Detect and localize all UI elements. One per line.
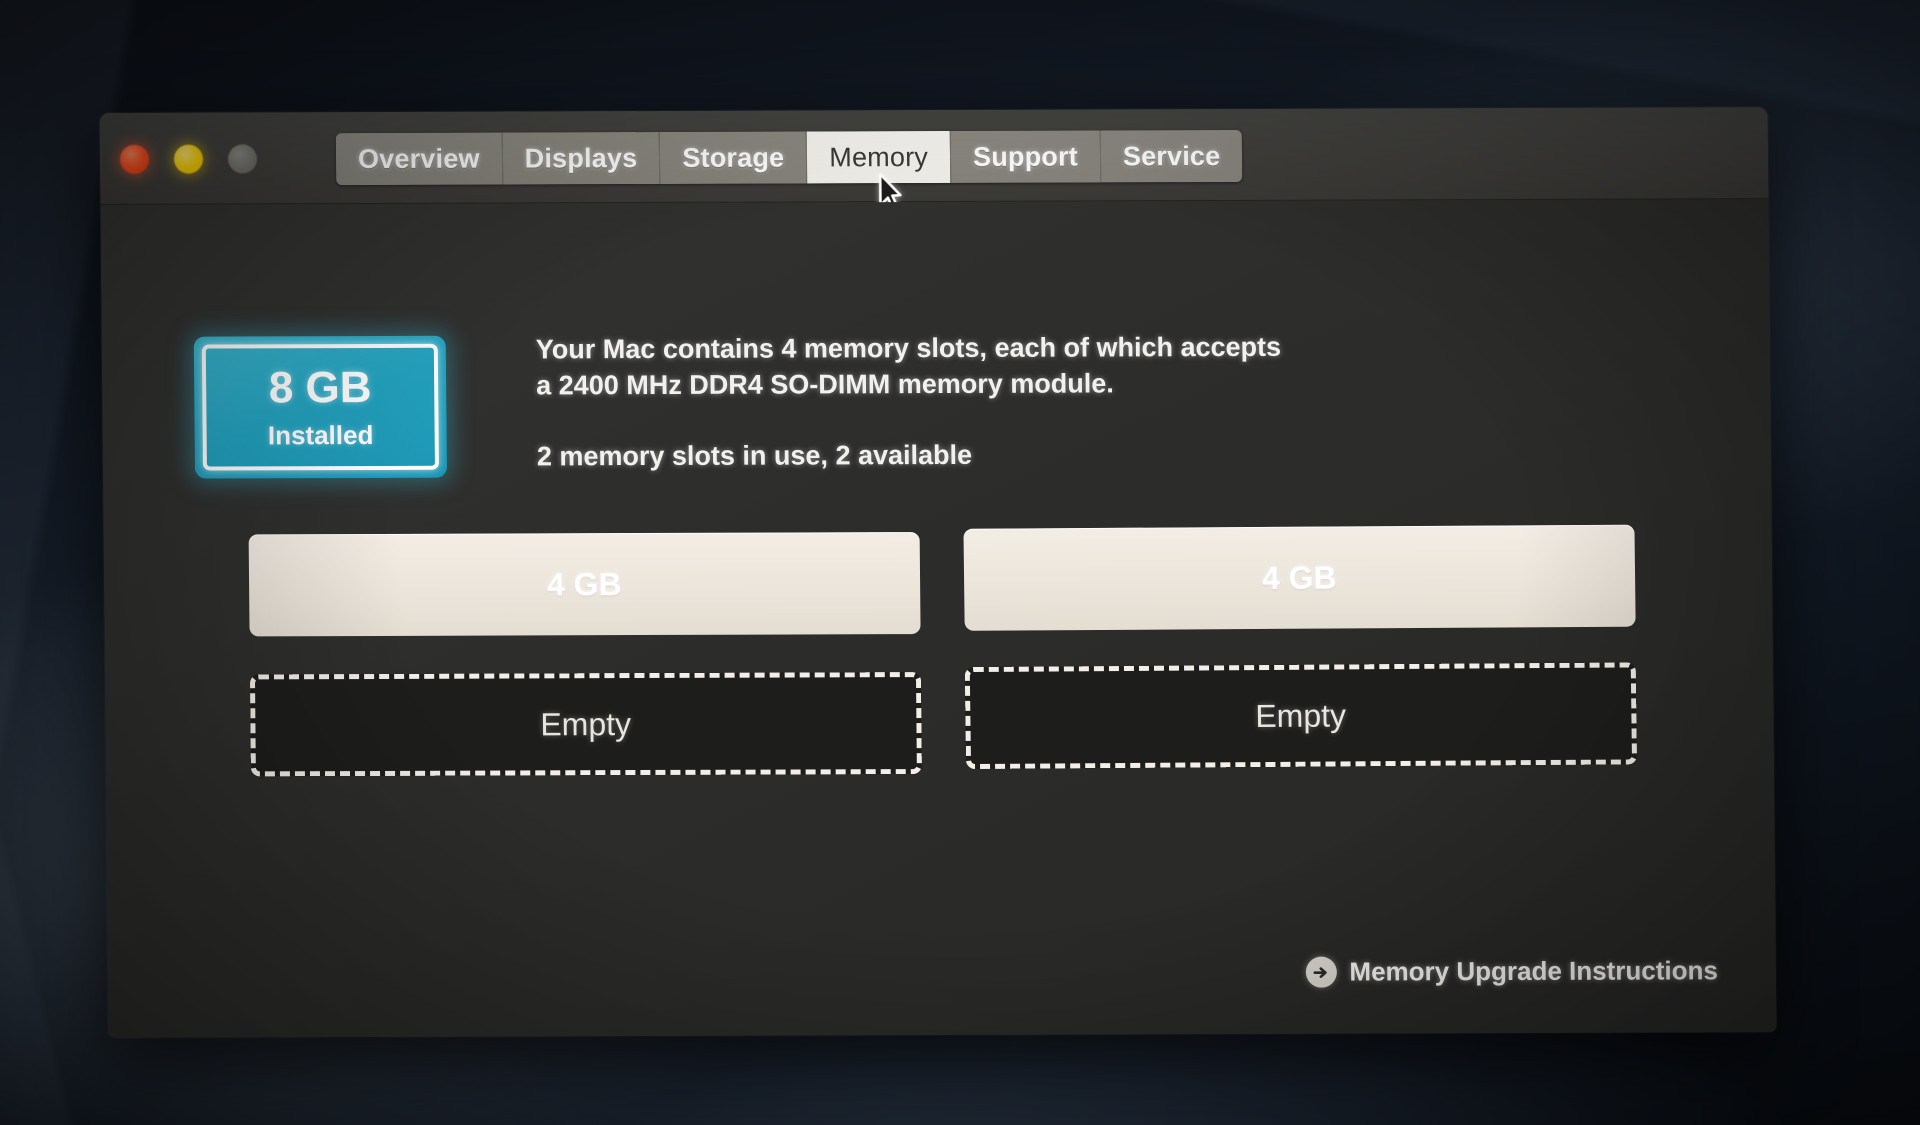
description-line-1: Your Mac contains 4 memory slots, each o… (535, 331, 1282, 365)
tab-overview[interactable]: Overview (335, 132, 503, 186)
memory-pane: 8 GB Installed Your Mac contains 4 memor… (100, 199, 1777, 1038)
desktop-background: Overview Displays Storage Memory Support… (0, 0, 1920, 1125)
close-button[interactable] (119, 144, 150, 174)
tab-storage[interactable]: Storage (660, 131, 808, 184)
memory-slot-1[interactable]: 4 GB (248, 532, 921, 637)
window-controls (119, 144, 258, 174)
installed-memory-amount: 8 GB (268, 362, 372, 413)
memory-description: Your Mac contains 4 memory slots, each o… (536, 329, 1357, 475)
memory-slot-3[interactable]: Empty (249, 672, 922, 777)
memory-slot-grid: 4 GB 4 GB Empty Empty (248, 524, 1637, 777)
slots-summary: 2 memory slots in use, 2 available (536, 439, 973, 472)
tab-support[interactable]: Support (950, 130, 1102, 183)
window-titlebar: Overview Displays Storage Memory Support… (99, 107, 1769, 211)
tab-service[interactable]: Service (1100, 129, 1243, 183)
installed-memory-caption: Installed (267, 419, 374, 451)
installed-memory-badge: 8 GB Installed (193, 335, 448, 479)
description-line-2: a 2400 MHz DDR4 SO-DIMM memory module. (536, 368, 1114, 401)
arrow-right-circle-icon (1305, 956, 1337, 988)
memory-slot-2[interactable]: 4 GB (962, 524, 1635, 631)
tab-displays[interactable]: Displays (502, 131, 661, 185)
tab-bar: Overview Displays Storage Memory Support… (335, 129, 1243, 186)
memory-upgrade-instructions-link[interactable]: Memory Upgrade Instructions (1305, 955, 1718, 988)
zoom-button (227, 144, 258, 174)
tab-memory[interactable]: Memory (807, 130, 952, 184)
about-this-mac-window: Overview Displays Storage Memory Support… (99, 107, 1777, 1038)
minimize-button[interactable] (173, 144, 204, 174)
memory-slot-4[interactable]: Empty (964, 662, 1637, 770)
upgrade-link-label: Memory Upgrade Instructions (1349, 955, 1718, 987)
